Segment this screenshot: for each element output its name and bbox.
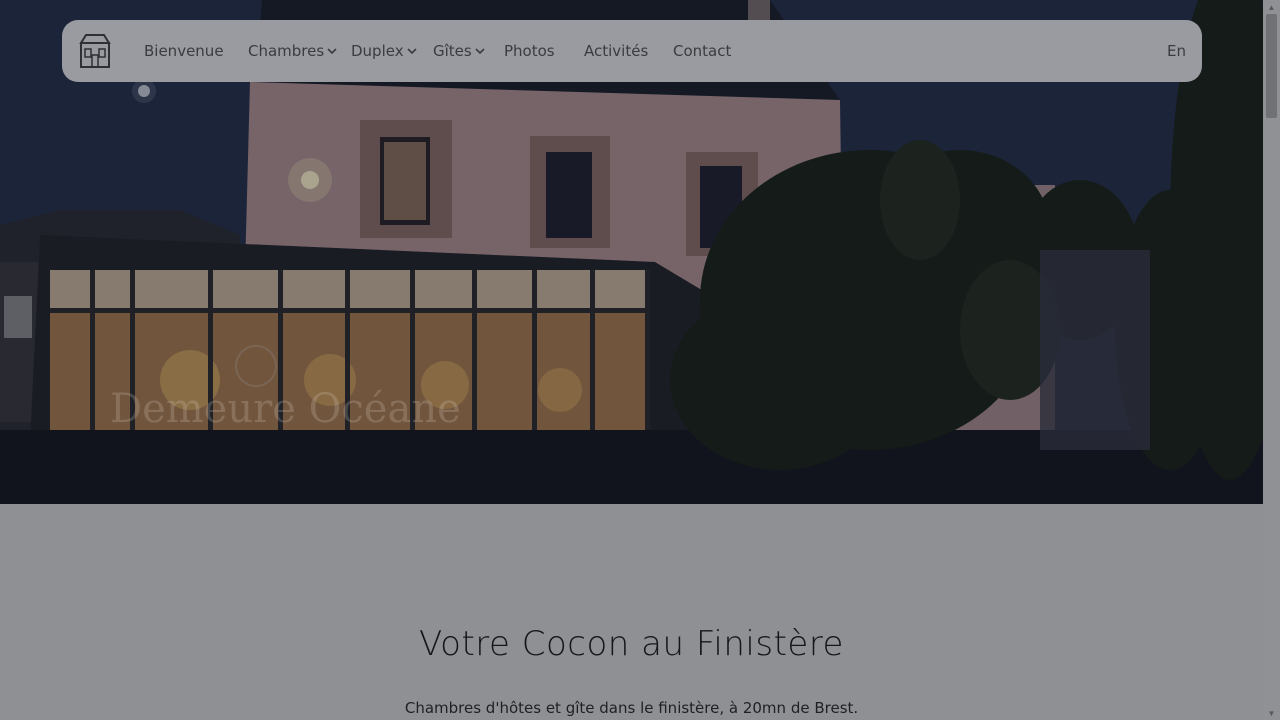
nav-item-bienvenue[interactable]: Bienvenue (144, 20, 224, 82)
house-logo-icon[interactable] (78, 33, 112, 69)
nav-item-gites[interactable]: Gîtes (433, 20, 486, 82)
nav-item-duplex[interactable]: Duplex (351, 20, 418, 82)
nav-item-label: Chambres (248, 42, 325, 60)
vertical-scrollbar[interactable]: ▲ ▼ (1263, 0, 1280, 720)
scroll-up-arrow-icon[interactable]: ▲ (1263, 0, 1280, 14)
nav-item-chambres[interactable]: Chambres (248, 20, 338, 82)
nav-item-activites[interactable]: Activités (584, 20, 648, 82)
top-navbar: Bienvenue Chambres Duplex Gîtes Photos A… (62, 20, 1202, 82)
nav-item-photos[interactable]: Photos (504, 20, 555, 82)
nav-item-label: Gîtes (433, 42, 472, 60)
scroll-down-arrow-icon[interactable]: ▼ (1263, 706, 1280, 720)
chevron-down-icon (406, 46, 418, 56)
page-title: Votre Cocon au Finistère (419, 624, 844, 664)
intro-section: Votre Cocon au Finistère Chambres d'hôte… (0, 504, 1263, 720)
page-subtitle: Chambres d'hôtes et gîte dans le finistè… (404, 699, 859, 717)
nav-item-label: Duplex (351, 42, 404, 60)
nav-item-label: Bienvenue (144, 42, 224, 60)
chevron-down-icon (326, 46, 338, 56)
nav-item-label: Photos (504, 42, 555, 60)
nav-item-label: Activités (584, 42, 649, 60)
hero-watermark-text: Demeure Océane (110, 386, 461, 432)
language-switch-button[interactable]: En (1167, 20, 1186, 82)
nav-item-label: Contact (673, 42, 732, 60)
scrollbar-thumb[interactable] (1266, 14, 1277, 118)
nav-item-contact[interactable]: Contact (673, 20, 731, 82)
chevron-down-icon (474, 46, 486, 56)
